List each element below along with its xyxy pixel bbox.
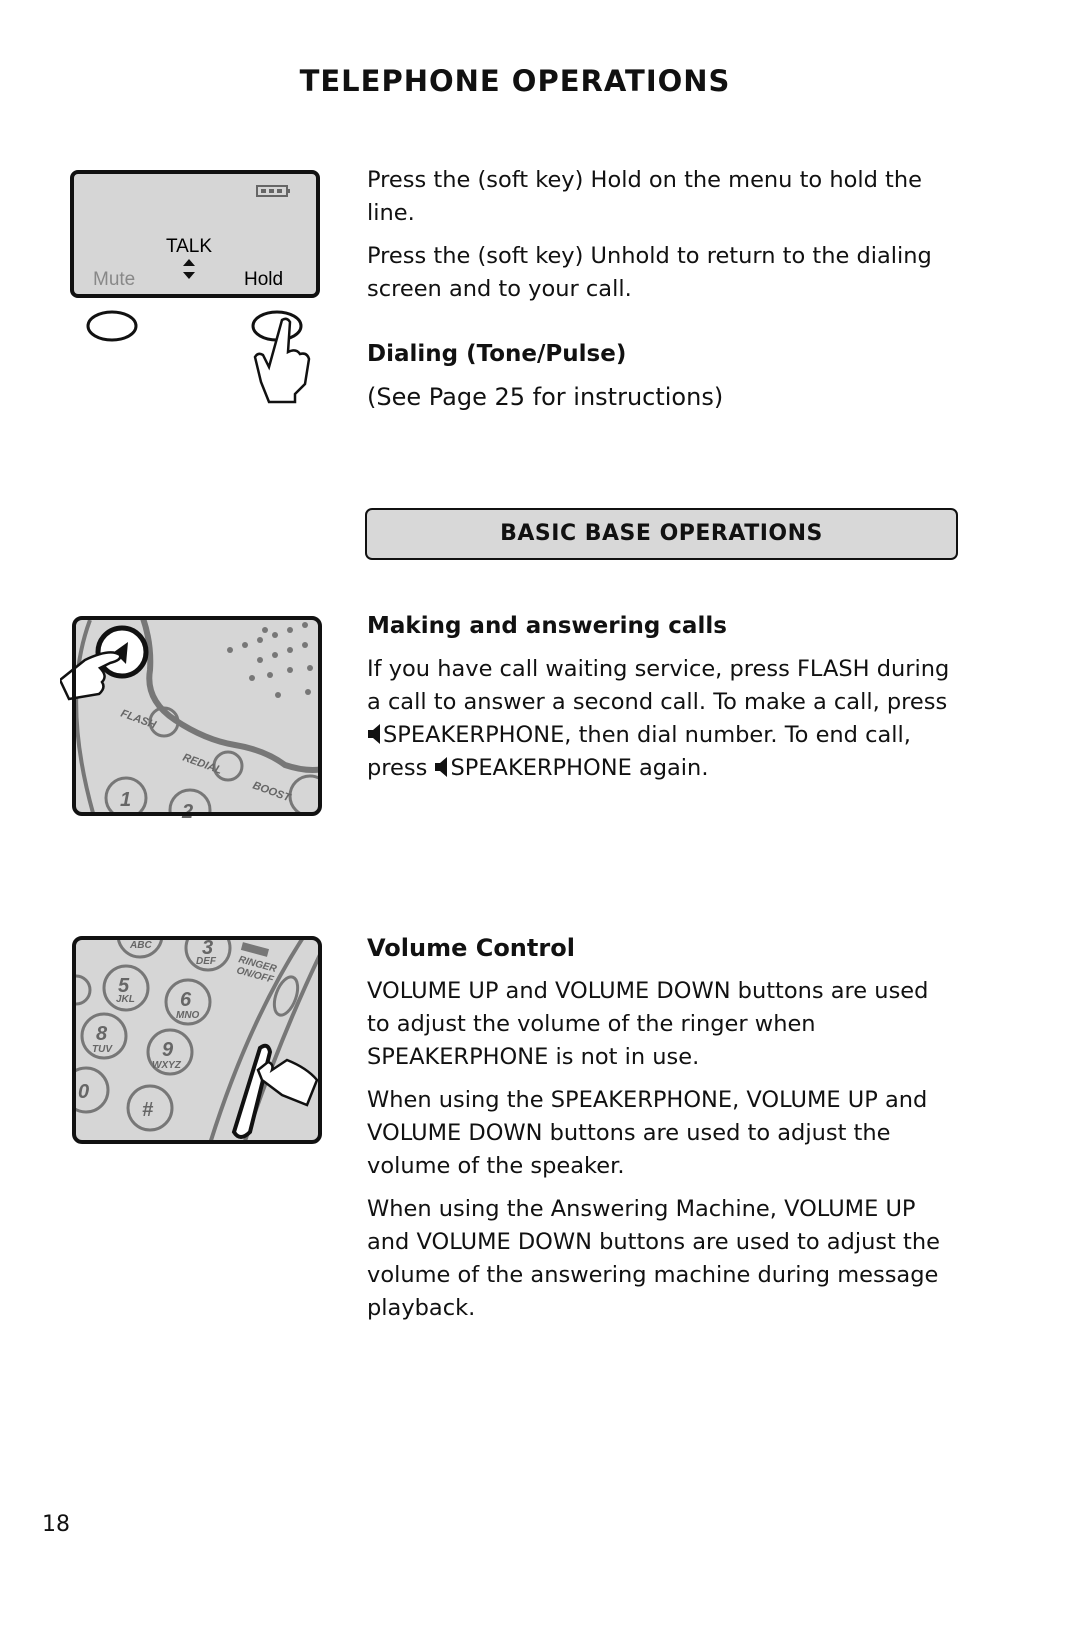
volume-text-2: When using the SPEAKERPHONE, VOLUME UP a…: [367, 1087, 928, 1179]
dialing-text: (See Page 25 for instructions): [367, 383, 724, 411]
calls-text-a: If you have call waiting service, press …: [367, 656, 950, 715]
display-status: TALK: [166, 236, 212, 257]
speaker-icon: [368, 724, 380, 744]
volume-text-1: VOLUME UP and VOLUME DOWN buttons are us…: [367, 978, 929, 1070]
speaker-icon: [435, 757, 448, 777]
dialing-section: Dialing (Tone/Pulse) (See Page 25 for in…: [367, 338, 957, 424]
key-0: 0: [78, 1081, 89, 1103]
key-mno: MNO: [176, 1010, 200, 1021]
hold-section: Press the (soft key) Hold on the menu to…: [367, 164, 957, 316]
key-wxyz: WXYZ: [152, 1060, 182, 1071]
volume-text-3: When using the Answering Machine, VOLUME…: [367, 1196, 940, 1321]
softkey-right-label: Hold: [244, 269, 283, 290]
base-speakerphone-illustration: FLASH REDIAL BOOST 1 2: [60, 616, 322, 823]
hold-text: Press the (soft key) Hold on the menu to…: [367, 167, 922, 226]
unhold-text: Press the (soft key) Unhold to return to…: [367, 243, 932, 302]
key-abc: ABC: [129, 940, 152, 951]
key-def: DEF: [196, 956, 217, 967]
page-title: TELEPHONE OPERATIONS: [299, 64, 731, 98]
key-8: 8: [96, 1023, 108, 1045]
left-softkey-button[interactable]: [86, 310, 138, 342]
page-number: 18: [42, 1512, 70, 1537]
key-6: 6: [180, 989, 192, 1011]
calls-text-c: SPEAKERPHONE again.: [450, 755, 709, 781]
volume-section: Volume Control VOLUME UP and VOLUME DOWN…: [367, 932, 957, 1335]
key-tuv: TUV: [92, 1044, 113, 1055]
key-jkl: JKL: [116, 994, 135, 1005]
calls-section: Making and answering calls If you have c…: [367, 610, 957, 795]
key-1: 1: [120, 789, 131, 811]
softkey-left-label: Mute: [93, 269, 135, 290]
section-banner: BASIC BASE OPERATIONS: [365, 508, 958, 560]
keypad-volume-illustration: ABC 3 DEF RINGER ON/OFF 5 JKL 6 MNO 8 TU…: [72, 936, 322, 1144]
key-9: 9: [162, 1039, 174, 1061]
key-hash: #: [142, 1099, 154, 1121]
volume-heading: Volume Control: [367, 934, 575, 962]
handset-display-illustration: TALK Mute Hold: [70, 170, 320, 404]
dialing-heading: Dialing (Tone/Pulse): [367, 341, 627, 367]
calls-heading: Making and answering calls: [367, 613, 727, 639]
